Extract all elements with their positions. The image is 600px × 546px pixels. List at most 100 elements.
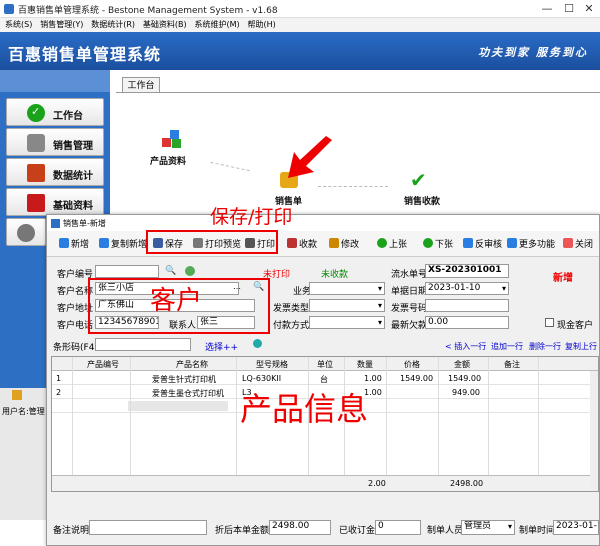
table-row[interactable]: 1 爱普生针式打印机 LQ-630KII 台 1.00 1549.00 1549… [52, 371, 590, 385]
customer-code-input[interactable] [95, 265, 159, 278]
sidebar-item-maintenance[interactable] [6, 218, 46, 246]
title-bar: 百惠销售单管理系统 - Bestone Management System - … [0, 0, 600, 18]
sidebar-item-stats[interactable]: 数据统计 [6, 158, 104, 186]
close-button[interactable]: ✕ [582, 2, 596, 16]
cell-amount: 1549.00 [448, 374, 482, 383]
col-price[interactable]: 价格 [392, 359, 432, 370]
debt-input[interactable]: 0.00 [425, 316, 509, 329]
node-sales-collection[interactable]: 销售收款 [404, 194, 440, 207]
note-label: 备注说明 [53, 526, 90, 536]
more-button[interactable]: 更多功能 [507, 237, 555, 250]
money-icon [287, 238, 297, 248]
copy-new-button[interactable]: 复制新增 [99, 237, 147, 250]
maker-select[interactable]: 管理员 [461, 520, 515, 535]
cell-model: LQ-630KII [242, 374, 282, 383]
cash-customer-label: 现金客户 [557, 321, 594, 331]
total-amount: 2498.00 [450, 479, 484, 488]
cubes-icon[interactable] [162, 130, 184, 150]
plus-icon [99, 238, 109, 248]
minimize-button[interactable]: — [540, 2, 554, 16]
barcode-input[interactable] [95, 338, 191, 351]
sidebar-item-label: 基础资料 [53, 201, 93, 212]
menu-maintenance[interactable]: 系统维护(M) [195, 18, 240, 32]
next-button[interactable]: 下张 [423, 237, 453, 250]
banner-title: 百惠销售单管理系统 [8, 45, 162, 64]
date-input[interactable]: 2023-01-10 [425, 282, 509, 295]
col-model[interactable]: 型号规格 [242, 359, 302, 370]
menu-help[interactable]: 帮助(H) [248, 18, 276, 32]
refresh-icon [463, 238, 473, 248]
book-icon [27, 194, 45, 212]
cell-name-edit[interactable] [128, 401, 228, 411]
tab-workbench[interactable]: 工作台 [122, 77, 160, 93]
invoice-type-label: 发票类型 [273, 304, 310, 314]
unapprove-button[interactable]: 反审核 [463, 237, 502, 250]
invoice-type-select[interactable] [309, 299, 385, 312]
col-note[interactable]: 备注 [492, 359, 532, 370]
append-row-link[interactable]: 追加一行 [491, 341, 523, 352]
maximize-button[interactable]: ☐ [562, 2, 576, 16]
collect-button[interactable]: 收款 [287, 237, 317, 250]
make-time-input[interactable]: 2023-01-10 [553, 520, 599, 535]
copy-row-link[interactable]: 复制上行 [565, 341, 597, 352]
sidebar-item-sales[interactable]: 销售管理 [6, 128, 104, 156]
menu-stats[interactable]: 数据统计(R) [91, 18, 135, 32]
refresh-icon[interactable] [185, 266, 195, 276]
flow-line [318, 186, 388, 187]
serial-input[interactable]: XS-202301001 [425, 264, 509, 278]
new-flag: 新增 [553, 273, 573, 284]
window-title: 百惠销售单管理系统 - Bestone Management System - … [18, 6, 278, 16]
check-icon[interactable]: ✔ [410, 168, 427, 192]
invoice-no-label: 发票号码 [391, 304, 428, 314]
select-link[interactable]: 选择++ [205, 340, 238, 353]
cash-customer-checkbox[interactable] [545, 318, 554, 327]
pay-method-select[interactable] [309, 316, 385, 329]
menu-basic[interactable]: 基础资料(B) [143, 18, 187, 32]
new-button[interactable]: 新增 [59, 237, 89, 250]
edit-button[interactable]: 修改 [329, 237, 359, 250]
node-product-info[interactable]: 产品资料 [150, 154, 186, 167]
pay-method-label: 付款方式 [273, 321, 310, 331]
delete-row-link[interactable]: 删除一行 [529, 341, 561, 352]
insert-row-link[interactable]: < 插入一行 [445, 341, 486, 352]
note-icon [12, 390, 22, 400]
col-amount[interactable]: 金额 [442, 359, 482, 370]
search-icon[interactable]: 🔍 [165, 266, 176, 276]
col-qty[interactable]: 数量 [350, 359, 380, 370]
prev-button[interactable]: 上张 [377, 237, 407, 250]
note-input[interactable] [89, 520, 207, 535]
save-print-highlight [146, 230, 278, 254]
dialog-icon [51, 219, 60, 228]
paid-input[interactable]: 0 [375, 520, 421, 535]
close-dialog-button[interactable]: 关闭 [563, 237, 593, 250]
col-name[interactable]: 产品名称 [152, 359, 232, 370]
chart-icon [27, 164, 45, 182]
col-unit[interactable]: 单位 [310, 359, 340, 370]
close-icon [563, 238, 573, 248]
sidebar-item-workbench[interactable]: ✓ 工作台 [6, 98, 104, 126]
vertical-scrollbar[interactable] [590, 371, 598, 491]
edit-icon [329, 238, 339, 248]
col-code[interactable]: 产品编号 [78, 359, 128, 370]
payment-status: 未收款 [321, 270, 349, 280]
down-icon [423, 238, 433, 248]
dialog-title: 销售单-新增 [63, 219, 106, 228]
dialog-title-bar: 销售单-新增 [47, 215, 599, 231]
annotation-product-info: 产品信息 [240, 390, 369, 428]
salesman-select[interactable] [309, 282, 385, 295]
maker-label: 制单人员 [427, 526, 464, 536]
globe-icon[interactable] [253, 339, 262, 348]
sidebar-item-basic[interactable]: 基础资料 [6, 188, 104, 216]
menu-system[interactable]: 系统(S) [5, 18, 32, 32]
discount-label: 折后本单金额 [215, 526, 270, 536]
current-user: 用户名:管理 [2, 407, 45, 416]
discount-input[interactable]: 2498.00 [269, 520, 331, 535]
cell-amount: 949.00 [452, 388, 480, 397]
app-icon [4, 4, 14, 14]
serial-label: 流水单号 [391, 270, 428, 280]
invoice-no-input[interactable] [425, 299, 509, 312]
total-qty: 2.00 [368, 479, 386, 488]
menu-sales[interactable]: 销售管理(Y) [40, 18, 83, 32]
banner-slogan: 功夫到家 服务到心 [478, 46, 588, 59]
computer-icon [27, 134, 45, 152]
